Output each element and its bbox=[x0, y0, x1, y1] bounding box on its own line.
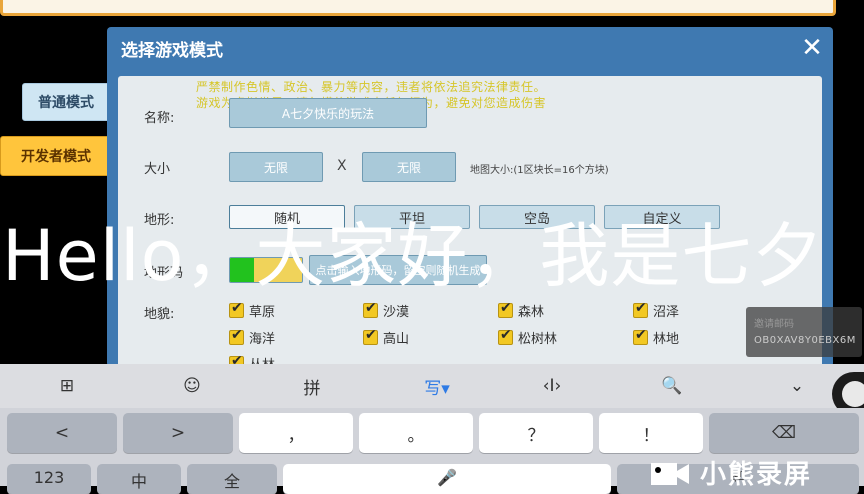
check-icon bbox=[229, 327, 244, 345]
landform-grassland-checkbox[interactable]: 草原 bbox=[229, 300, 276, 320]
check-icon bbox=[363, 300, 378, 318]
checkbox-label: 沙漠 bbox=[383, 305, 410, 320]
game-mode-dialog: 选择游戏模式 ✕ 严禁制作色情、政治、暴力等内容，违者将依法追究法律责任。 游戏… bbox=[107, 27, 833, 373]
video-caption: Hello，大家好，我是七夕 bbox=[2, 215, 824, 297]
search-icon[interactable]: 🔍 bbox=[642, 364, 702, 408]
size-height-input[interactable]: 无限 bbox=[362, 152, 456, 182]
check-icon bbox=[498, 327, 513, 345]
cursor-icon[interactable]: ‹I› bbox=[522, 364, 582, 408]
key-period[interactable]: 。 bbox=[359, 413, 473, 453]
key-right[interactable]: > bbox=[123, 413, 233, 453]
name-input[interactable]: A七夕快乐的玩法 bbox=[229, 98, 427, 128]
key-exclaim[interactable]: ！ bbox=[599, 413, 703, 453]
landform-forest-checkbox[interactable]: 森林 bbox=[498, 300, 545, 320]
check-icon bbox=[498, 300, 513, 318]
key-question[interactable]: ？ bbox=[479, 413, 593, 453]
landform-pine-forest-checkbox[interactable]: 松树林 bbox=[498, 327, 558, 347]
checkbox-label: 高山 bbox=[383, 332, 410, 347]
recorder-watermark: 小熊录屏 bbox=[650, 454, 812, 491]
grid-icon[interactable]: ⊞ bbox=[37, 364, 97, 408]
checkbox-label: 林地 bbox=[653, 332, 680, 347]
landform-desert-checkbox[interactable]: 沙漠 bbox=[363, 300, 410, 320]
pinyin-button[interactable]: 拼 bbox=[282, 364, 342, 408]
checkbox-label: 森林 bbox=[518, 305, 545, 320]
invite-code: OB0XAV8Y0EBX6M bbox=[754, 335, 856, 346]
landform-swamp-checkbox[interactable]: 沼泽 bbox=[633, 300, 680, 320]
check-icon bbox=[633, 327, 648, 345]
map-size-hint: 地图大小:(1区块长=16个方块) bbox=[470, 165, 609, 176]
key-fullwidth[interactable]: 全 bbox=[187, 464, 277, 494]
checkbox-label: 海洋 bbox=[249, 332, 276, 347]
record-dot-icon bbox=[842, 381, 864, 407]
checkbox-label: 草原 bbox=[249, 305, 276, 320]
watermark-text: 小熊录屏 bbox=[700, 460, 813, 490]
close-icon[interactable]: ✕ bbox=[797, 33, 827, 63]
microphone-icon[interactable]: 🎤 bbox=[283, 464, 611, 494]
chevron-down-icon[interactable]: ⌄ bbox=[767, 364, 827, 408]
developer-mode-button[interactable]: 开发者模式 bbox=[0, 136, 112, 176]
key-left[interactable]: < bbox=[7, 413, 117, 453]
size-width-input[interactable]: 无限 bbox=[229, 152, 323, 182]
handwriting-button[interactable]: 写▾ bbox=[407, 364, 467, 408]
check-icon bbox=[229, 300, 244, 318]
invite-label: 邀请邮码 bbox=[754, 319, 794, 330]
invite-code-box: 邀请邮码 OB0XAV8Y0EBX6M bbox=[746, 307, 862, 357]
name-label: 名称: bbox=[144, 111, 175, 126]
checkbox-label: 沼泽 bbox=[653, 305, 680, 320]
check-icon bbox=[363, 327, 378, 345]
key-123[interactable]: 123 bbox=[7, 464, 91, 494]
keyboard-toolbar: ⊞ ☺ 拼 写▾ ‹I› 🔍 ⌄ bbox=[0, 364, 864, 408]
key-chinese[interactable]: 中 bbox=[97, 464, 181, 494]
landform-woodland-checkbox[interactable]: 林地 bbox=[633, 327, 680, 347]
size-label: 大小 bbox=[144, 162, 171, 177]
key-comma[interactable]: ， bbox=[239, 413, 353, 453]
landform-label: 地貌: bbox=[144, 307, 175, 322]
checkbox-label: 松树林 bbox=[518, 332, 558, 347]
size-separator: X bbox=[337, 158, 347, 174]
check-icon bbox=[633, 300, 648, 318]
top-banner bbox=[0, 0, 836, 16]
emoji-icon[interactable]: ☺ bbox=[162, 364, 222, 408]
dialog-title: 选择游戏模式 bbox=[121, 41, 223, 61]
backspace-icon[interactable]: ⌫ bbox=[709, 413, 859, 453]
landform-ocean-checkbox[interactable]: 海洋 bbox=[229, 327, 276, 347]
landform-mountain-checkbox[interactable]: 高山 bbox=[363, 327, 410, 347]
normal-mode-button[interactable]: 普通模式 bbox=[22, 83, 110, 121]
warning-line-1: 严禁制作色情、政治、暴力等内容，违者将依法追究法律责任。 bbox=[196, 80, 547, 94]
camera-icon bbox=[650, 459, 690, 487]
